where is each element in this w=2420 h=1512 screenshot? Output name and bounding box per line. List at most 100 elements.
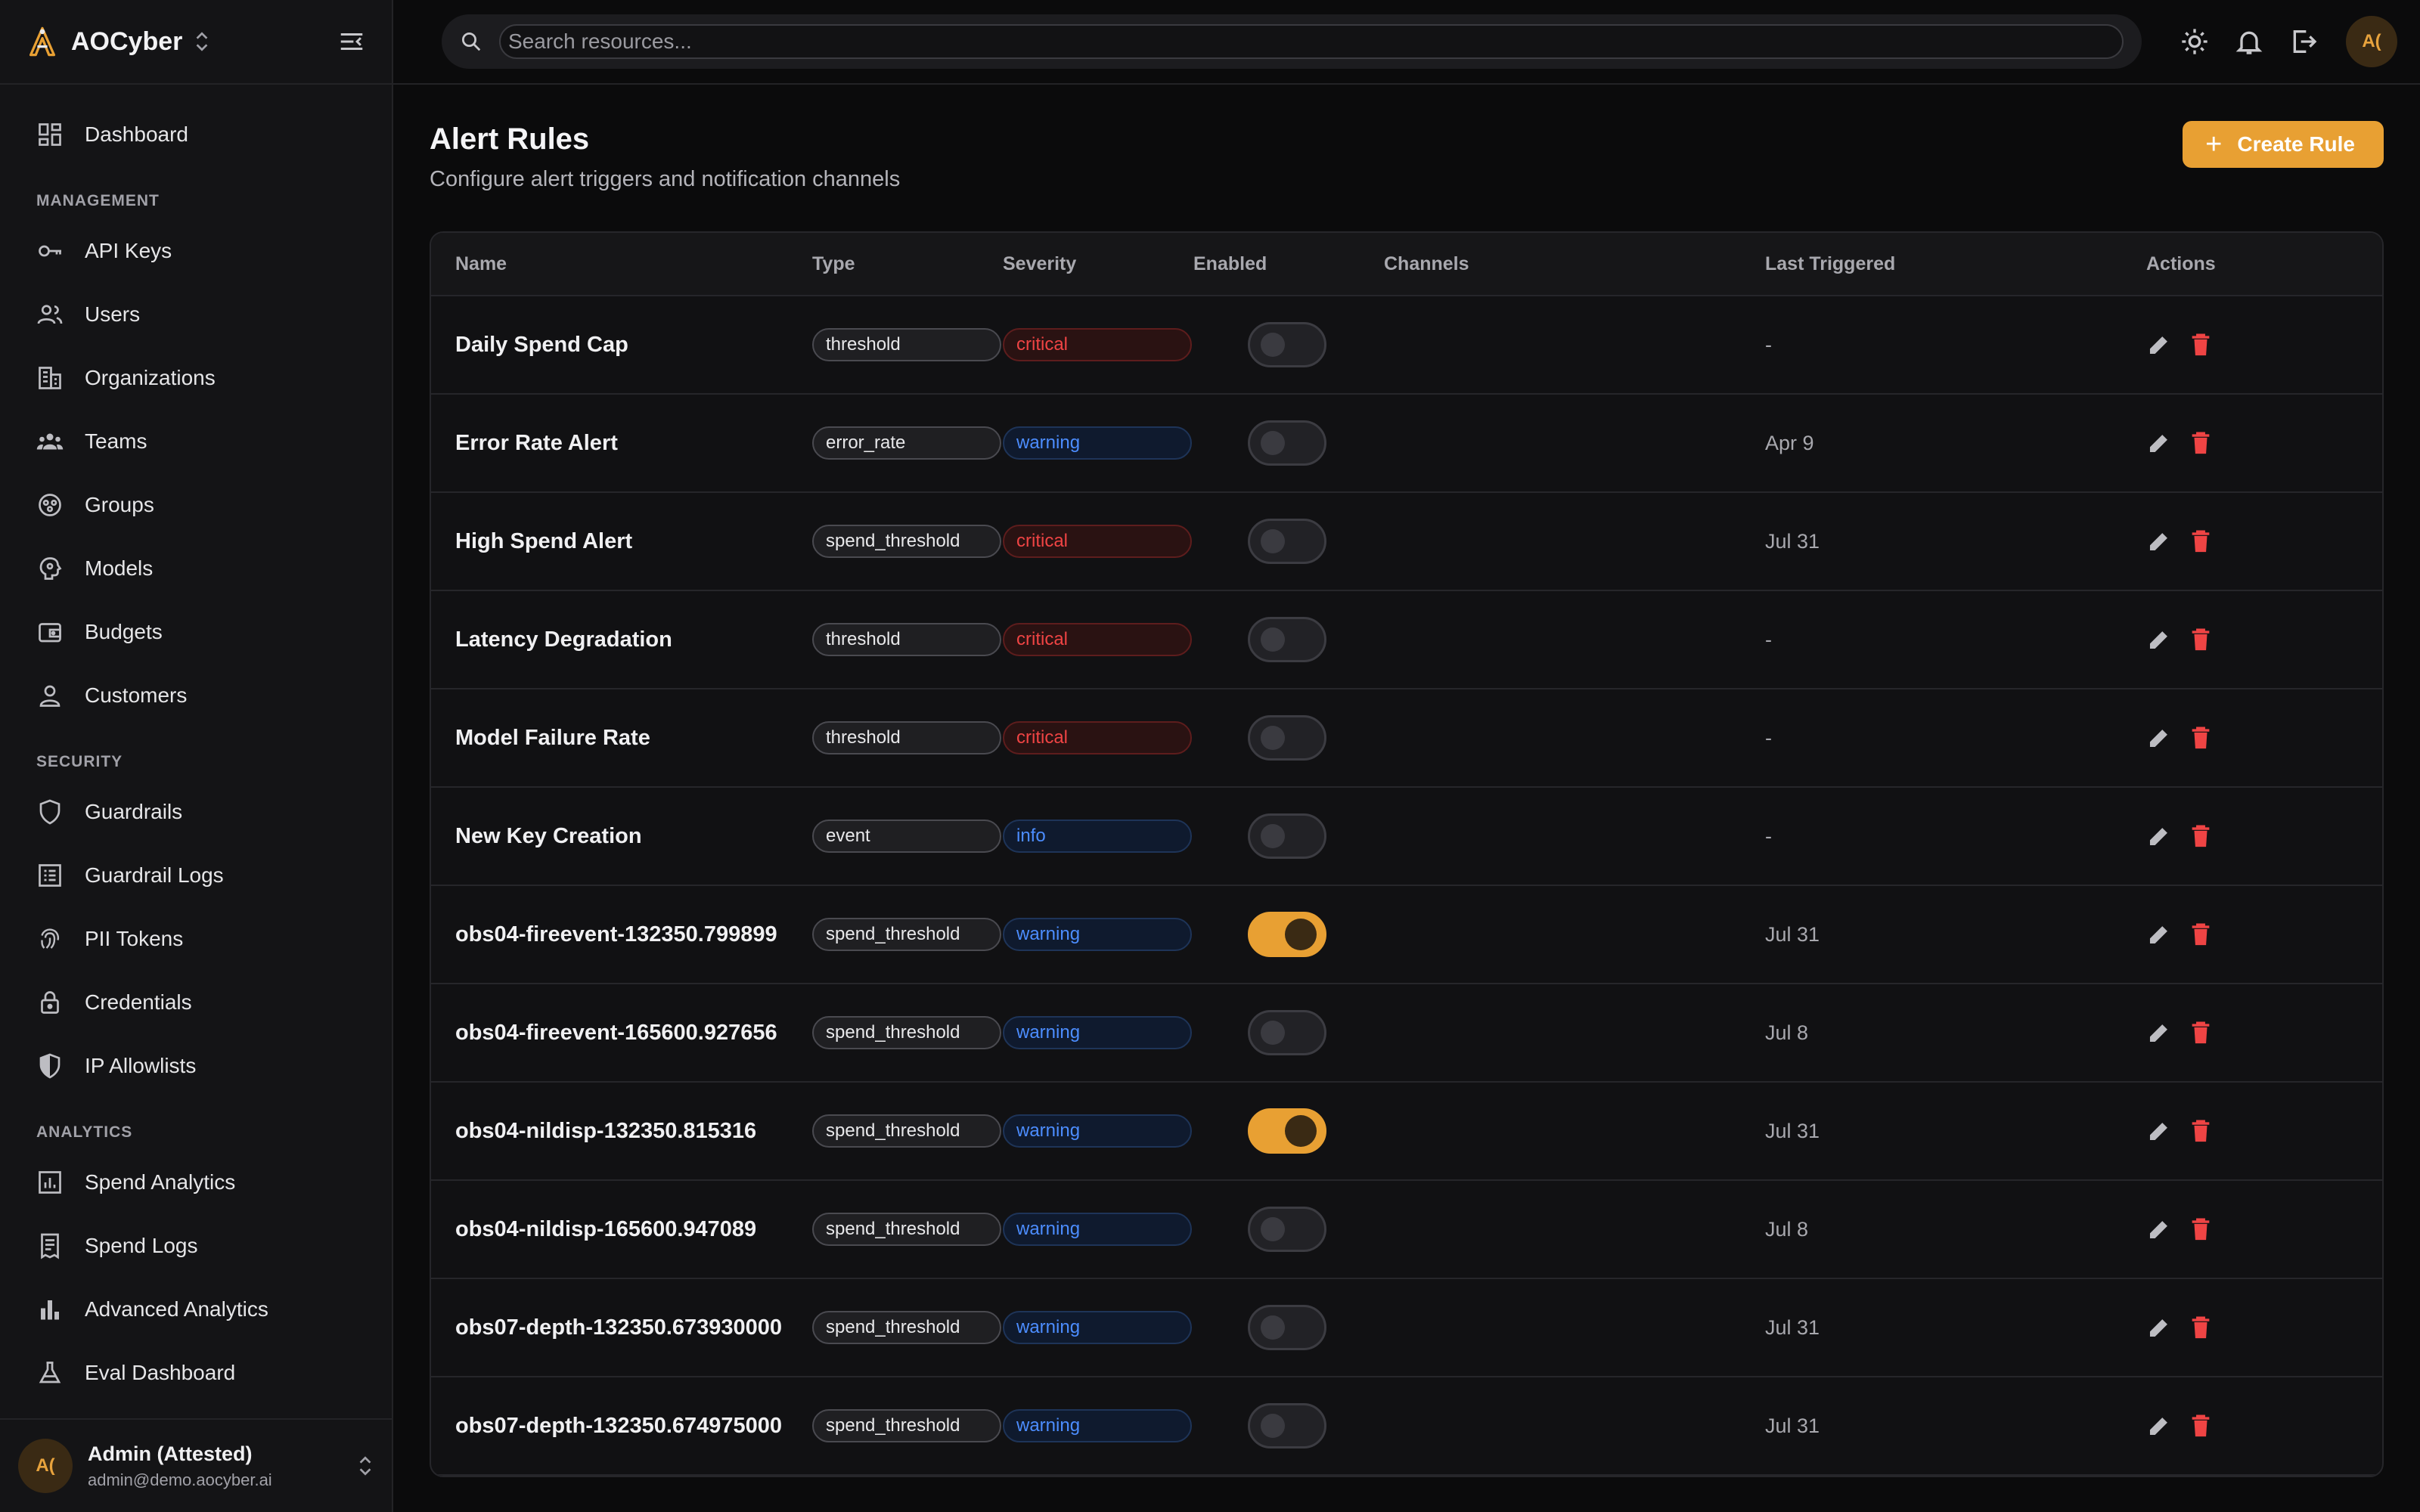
trash-icon[interactable]	[2189, 528, 2213, 554]
sun-icon[interactable]	[2180, 26, 2210, 57]
edit-icon[interactable]	[2146, 1413, 2172, 1439]
trash-icon[interactable]	[2189, 1020, 2213, 1046]
user-menu[interactable]: A( Admin (Attested) admin@demo.aocyber.a…	[0, 1418, 392, 1512]
rule-name: Model Failure Rate	[455, 725, 650, 750]
sidebar: AOCyber Dashboard MANAGEMENT API Keys Us…	[0, 0, 393, 1512]
chevron-updown-icon[interactable]	[193, 30, 211, 53]
column-header: Channels	[1384, 253, 1469, 274]
enabled-toggle[interactable]	[1248, 813, 1326, 859]
sidebar-item-dashboard[interactable]: Dashboard	[0, 103, 392, 166]
enabled-toggle[interactable]	[1248, 1207, 1326, 1252]
sidebar-item-label: API Keys	[85, 239, 172, 262]
sidebar-item-budgets[interactable]: Budgets	[0, 600, 392, 664]
row-actions	[2146, 725, 2382, 751]
rule-name: obs04-nildisp-132350.815316	[455, 1118, 757, 1143]
avatar[interactable]: A(	[2346, 16, 2397, 67]
sidebar-item-credentials[interactable]: Credentials	[0, 971, 392, 1034]
trash-icon[interactable]	[2189, 332, 2213, 358]
column-header: Enabled	[1193, 253, 1267, 274]
type-badge: spend_threshold	[812, 1409, 1001, 1442]
trash-icon[interactable]	[2189, 922, 2213, 947]
sidebar-item-models[interactable]: Models	[0, 537, 392, 600]
alert-rules-page: Alert Rules Configure alert triggers and…	[393, 85, 2420, 1477]
type-badge: threshold	[812, 328, 1001, 361]
enabled-toggle[interactable]	[1248, 617, 1326, 662]
sidebar-item-teams[interactable]: Teams	[0, 410, 392, 473]
table-row: obs04-fireevent-165600.927656 spend_thres…	[431, 984, 2382, 1083]
last-triggered: Jul 31	[1765, 1315, 1820, 1339]
edit-icon[interactable]	[2146, 332, 2172, 358]
rule-name: obs07-depth-132350.673930000	[455, 1315, 783, 1340]
sidebar-item-pii-tokens[interactable]: PII Tokens	[0, 907, 392, 971]
trash-icon[interactable]	[2189, 725, 2213, 751]
edit-icon[interactable]	[2146, 1315, 2172, 1340]
enabled-toggle[interactable]	[1248, 1305, 1326, 1350]
rule-name: Latency Degradation	[455, 627, 672, 652]
edit-icon[interactable]	[2146, 1118, 2172, 1144]
key-icon	[39, 245, 61, 257]
type-badge: spend_threshold	[812, 1213, 1001, 1246]
last-triggered: Apr 9	[1765, 431, 1814, 454]
row-actions	[2146, 1315, 2382, 1340]
bell-icon[interactable]	[2234, 26, 2264, 57]
table-row: obs07-depth-132350.673930000 spend_thresh…	[431, 1279, 2382, 1377]
edit-icon[interactable]	[2146, 823, 2172, 849]
column-header: Type	[812, 253, 855, 274]
create-rule-button[interactable]: + Create Rule	[2183, 121, 2384, 168]
rule-name: obs04-fireevent-165600.927656	[455, 1020, 777, 1045]
edit-icon[interactable]	[2146, 1216, 2172, 1242]
edit-icon[interactable]	[2146, 1020, 2172, 1046]
chevron-updown-icon[interactable]	[357, 1455, 374, 1477]
edit-icon[interactable]	[2146, 627, 2172, 652]
trash-icon[interactable]	[2189, 1118, 2213, 1144]
user-info: Admin (Attested) admin@demo.aocyber.ai	[88, 1442, 272, 1490]
enabled-toggle[interactable]	[1248, 1108, 1326, 1154]
sidebar-item-users[interactable]: Users	[0, 283, 392, 346]
trash-icon[interactable]	[2189, 1413, 2213, 1439]
trash-icon[interactable]	[2189, 430, 2213, 456]
enabled-toggle[interactable]	[1248, 519, 1326, 564]
enabled-toggle[interactable]	[1248, 1010, 1326, 1055]
trash-icon[interactable]	[2189, 1216, 2213, 1242]
sidebar-item-guardrail-logs[interactable]: Guardrail Logs	[0, 844, 392, 907]
sidebar-item-ip-allowlists[interactable]: IP Allowlists	[0, 1034, 392, 1098]
model-icon	[39, 557, 62, 580]
rule-name: obs04-fireevent-132350.799899	[455, 922, 777, 947]
enabled-toggle[interactable]	[1248, 322, 1326, 367]
sidebar-item-api-keys[interactable]: API Keys	[0, 219, 392, 283]
edit-icon[interactable]	[2146, 922, 2172, 947]
severity-badge: warning	[1003, 1409, 1192, 1442]
trash-icon[interactable]	[2189, 823, 2213, 849]
edit-icon[interactable]	[2146, 430, 2172, 456]
sidebar-item-label: Guardrail Logs	[85, 863, 224, 887]
sidebar-item-guardrails[interactable]: Guardrails	[0, 780, 392, 844]
sidebar-item-advanced-analytics[interactable]: Advanced Analytics	[0, 1278, 392, 1341]
table-row: Model Failure Rate threshold critical -	[431, 689, 2382, 788]
sidebar-item-label: PII Tokens	[85, 927, 184, 950]
customer-icon	[39, 685, 60, 707]
edit-icon[interactable]	[2146, 725, 2172, 751]
sidebar-item-spend-analytics[interactable]: Spend Analytics	[0, 1151, 392, 1214]
trash-icon[interactable]	[2189, 1315, 2213, 1340]
rule-name: Daily Spend Cap	[455, 332, 628, 357]
search-input[interactable]	[499, 24, 2124, 59]
sidebar-item-groups[interactable]: Groups	[0, 473, 392, 537]
sidebar-item-spend-logs[interactable]: Spend Logs	[0, 1214, 392, 1278]
severity-badge: critical	[1003, 721, 1192, 754]
enabled-toggle[interactable]	[1248, 715, 1326, 761]
trash-icon[interactable]	[2189, 627, 2213, 652]
sidebar-item-customers[interactable]: Customers	[0, 664, 392, 727]
enabled-toggle[interactable]	[1248, 420, 1326, 466]
edit-icon[interactable]	[2146, 528, 2172, 554]
collapse-sidebar-icon[interactable]	[337, 27, 366, 56]
sidebar-item-eval-dashboard[interactable]: Eval Dashboard	[0, 1341, 392, 1405]
row-actions	[2146, 430, 2382, 456]
enabled-toggle[interactable]	[1248, 1403, 1326, 1448]
last-triggered: Jul 31	[1765, 529, 1820, 553]
sidebar-item-organizations[interactable]: Organizations	[0, 346, 392, 410]
logout-icon[interactable]	[2288, 26, 2319, 57]
sidebar-item-label: Budgets	[85, 620, 163, 643]
enabled-toggle[interactable]	[1248, 912, 1326, 957]
table-row: High Spend Alert spend_threshold critical J…	[431, 493, 2382, 591]
user-email: admin@demo.aocyber.ai	[88, 1470, 272, 1489]
